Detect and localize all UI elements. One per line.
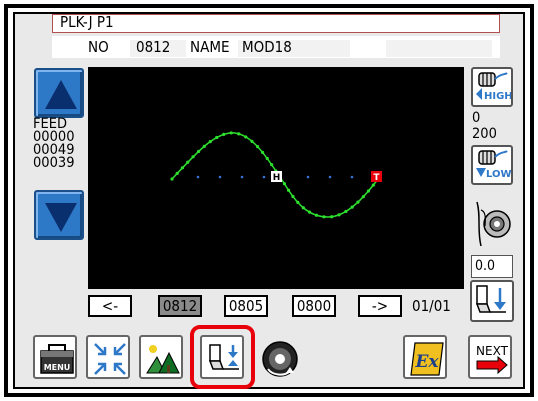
title-bar [52, 14, 500, 33]
feed-down-button[interactable] [34, 190, 84, 240]
stitch-point [361, 195, 365, 199]
baseline-point [262, 175, 266, 179]
stitch-point [237, 132, 241, 136]
stitch-point [350, 205, 354, 209]
baseline-point [350, 175, 354, 179]
stitch-point [286, 188, 291, 192]
stitch-point [330, 215, 334, 219]
next-page-button[interactable]: -> [358, 295, 402, 317]
stitch-point [191, 155, 195, 159]
page-button-0812[interactable]: 0812 [158, 295, 202, 317]
page-button-0800[interactable]: 0800 [292, 295, 336, 317]
stitch-point [250, 139, 254, 143]
no-value: 0812 [136, 38, 171, 56]
svg-text:Ex: Ex [414, 352, 439, 372]
svg-text:HIGH: HIGH [484, 91, 511, 102]
stitch-point [215, 135, 219, 140]
stitch-point [180, 166, 185, 170]
triangle-up-icon [45, 80, 77, 109]
stitch-point [344, 209, 348, 214]
stitch-point [307, 210, 312, 214]
highlight-ring [190, 325, 255, 389]
range-top-value: 0 [472, 110, 481, 126]
stitch-point [282, 182, 287, 186]
stitch-point [314, 213, 319, 217]
prev-page-button[interactable]: <- [88, 295, 132, 317]
stitch-point [291, 194, 295, 199]
baseline-point [218, 175, 222, 179]
baseline-point [240, 175, 244, 179]
next-button[interactable]: NEXT [468, 335, 512, 379]
no-label: NO [88, 38, 109, 56]
svg-text:T: T [373, 173, 380, 183]
image-trace-button[interactable] [139, 335, 183, 379]
page-count: 01/01 [412, 297, 451, 315]
stitch-point [222, 132, 226, 136]
stitch-point [260, 150, 265, 154]
name-label: NAME [190, 38, 230, 56]
menu-button[interactable]: MENU [33, 335, 77, 379]
tail-marker: T [371, 171, 382, 183]
stitch-point [265, 156, 269, 161]
stitch-point [301, 206, 305, 210]
svg-text:NEXT: NEXT [476, 344, 509, 358]
move-down-button[interactable] [470, 280, 514, 322]
stitch-point [244, 135, 248, 139]
stitch-point [170, 177, 174, 181]
stitch-point [356, 200, 360, 204]
baseline-point [328, 175, 332, 179]
svg-text:H: H [273, 173, 281, 183]
thread-wind-button[interactable] [256, 335, 300, 379]
thread-tension-value: 0.0 [471, 255, 513, 278]
stitch-point [371, 183, 375, 187]
stitch-point [186, 160, 190, 164]
next-arrow-icon: NEXT [476, 344, 509, 375]
stitch-point [296, 200, 300, 205]
landscape-icon [146, 345, 180, 374]
stitch-point [229, 131, 233, 135]
page-button-0805[interactable]: 0805 [224, 295, 268, 317]
stitch-point [175, 171, 179, 175]
home-marker: H [271, 171, 282, 183]
stitch-point [208, 139, 212, 144]
toolbox-icon: MENU [40, 344, 74, 374]
feed-up-button[interactable] [34, 68, 84, 118]
zoom-fit-button[interactable] [86, 335, 130, 379]
feed-readout: FEED 00000 00049 00039 [33, 117, 75, 171]
speed-low-button[interactable]: LOW [471, 145, 513, 185]
svg-text:MENU: MENU [44, 363, 71, 372]
extended-function-button[interactable]: Ex [403, 335, 447, 379]
triangle-down-icon [45, 203, 77, 232]
baseline-point [306, 175, 310, 179]
range-bottom-value: 200 [472, 126, 497, 142]
thread-high-icon: HIGH [476, 72, 513, 102]
stitch-preview-canvas: H T [88, 67, 464, 289]
pattern-title: PLK-J P1 [60, 13, 114, 31]
stitch-point [322, 215, 326, 219]
thread-tension-icon [471, 196, 513, 252]
svg-text:LOW: LOW [486, 169, 511, 180]
baseline-point [196, 175, 200, 179]
stitch-point [366, 189, 371, 193]
bobbin-wind-icon [262, 341, 298, 377]
shrink-arrows-icon [94, 343, 126, 375]
stitch-point [196, 149, 201, 154]
feed-value-3: 00039 [33, 155, 75, 171]
ex-icon: Ex [410, 342, 444, 376]
stitch-point [337, 213, 341, 217]
thread-low-icon: LOW [476, 150, 512, 180]
stitch-point [270, 163, 274, 167]
extra-slot [386, 40, 492, 57]
name-value: MOD18 [242, 38, 292, 56]
stitch-point [255, 145, 260, 149]
stitch-curve: H T [170, 131, 382, 219]
speed-high-button[interactable]: HIGH [471, 67, 513, 107]
presser-down-icon [475, 285, 506, 313]
stitch-point [202, 144, 206, 148]
